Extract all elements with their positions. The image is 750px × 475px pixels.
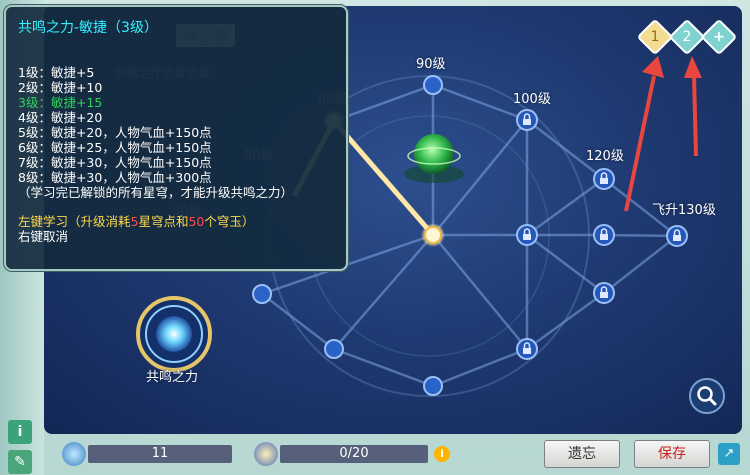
tooltip-cancel-hint: 右键取消: [18, 229, 69, 244]
resonance-orb-icon[interactable]: [136, 296, 212, 372]
node-bottom[interactable]: [423, 376, 443, 396]
tooltip-level-line: 4级：敏捷+20: [18, 110, 103, 125]
green-orb-icon[interactable]: [404, 134, 464, 183]
node-left[interactable]: [252, 284, 272, 304]
share-icon[interactable]: ↗: [718, 443, 740, 465]
resonance-label: 共鸣之力: [146, 370, 199, 385]
lock-icon[interactable]: [516, 109, 538, 131]
tooltip-level-line: 8级：敏捷+30，人物气血+300点: [18, 170, 212, 185]
lock-icon[interactable]: [666, 225, 688, 247]
lock-icon[interactable]: [516, 224, 538, 246]
node-active-core: [424, 226, 442, 244]
bottom-bar: 11 0/20 i 遗忘 保存 ↗: [44, 434, 750, 475]
label-100: 100级: [513, 92, 551, 107]
tooltip-levels: 1级：敏捷+5 2级：敏捷+10 3级：敏捷+15 4级：敏捷+20 5级：敏捷+20，…: [18, 65, 334, 185]
tooltip-level-line: 7级：敏捷+30，人物气血+150点: [18, 155, 212, 170]
lock-icon[interactable]: [516, 338, 538, 360]
notes-rail-button[interactable]: ✎: [8, 450, 32, 474]
lock-icon[interactable]: [593, 168, 615, 190]
tooltip-title: 共鸣之力-敏捷（3级）: [18, 20, 158, 36]
tooltip-level-line: 2级：敏捷+10: [18, 80, 103, 95]
tooltip-level-line: 3级：敏捷+15: [18, 95, 103, 110]
label-120: 120级: [586, 149, 624, 164]
label-90: 90级: [416, 57, 446, 72]
forget-button[interactable]: 遗忘: [544, 440, 620, 468]
label-130: 飞升130级: [652, 203, 716, 218]
arrow-annotation: [624, 56, 702, 212]
skill-tooltip: 共鸣之力-敏捷（3级） 1级：敏捷+5 2级：敏捷+10 3级：敏捷+15 4级：敏捷…: [4, 5, 348, 271]
jade-value: 0/20: [280, 445, 428, 463]
lock-icon[interactable]: [593, 224, 615, 246]
info-rail-button[interactable]: i: [8, 420, 32, 444]
lock-icon[interactable]: [593, 282, 615, 304]
node-90[interactable]: [423, 75, 443, 95]
jade-icon: [254, 442, 278, 466]
star-point-icon: [62, 442, 86, 466]
tooltip-level-line: 6级：敏捷+25，人物气血+150点: [18, 140, 212, 155]
tooltip-learn-hint: 左键学习（升级消耗5星穹点和50个穹玉）: [18, 214, 255, 229]
node-lower-left[interactable]: [324, 339, 344, 359]
info-icon[interactable]: i: [434, 446, 450, 462]
search-icon: [697, 386, 717, 406]
tooltip-level-line: 1级：敏捷+5: [18, 65, 95, 80]
save-button[interactable]: 保存: [634, 440, 710, 468]
star-points-value: 11: [88, 445, 232, 463]
tooltip-note: （学习完已解锁的所有星穹，才能升级共鸣之力）: [18, 185, 294, 200]
tooltip-level-line: 5级：敏捷+20，人物气血+150点: [18, 125, 212, 140]
zoom-button[interactable]: [689, 378, 725, 414]
